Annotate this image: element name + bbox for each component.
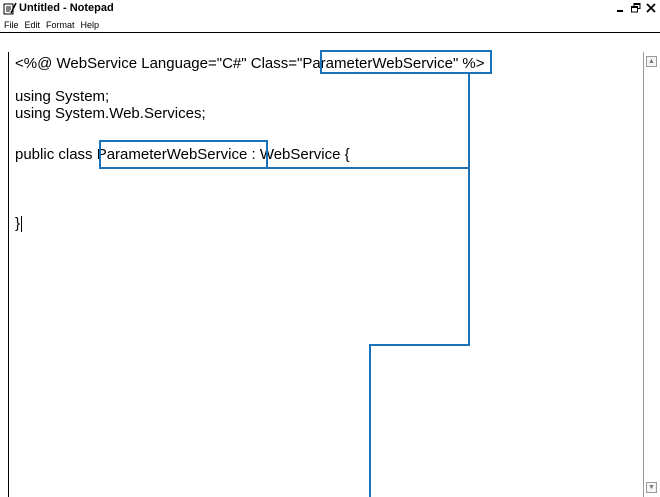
menu-edit[interactable]: Edit [22, 18, 44, 32]
callout-line-horizontal-step [369, 344, 470, 346]
window-title: Untitled - Notepad [19, 2, 114, 14]
close-icon [646, 2, 656, 13]
minimize-icon [617, 9, 623, 12]
menu-file[interactable]: File [0, 18, 22, 32]
menu-format[interactable]: Format [43, 18, 78, 32]
arrow-down-icon: ▼ [648, 484, 655, 491]
notepad-icon [3, 2, 17, 15]
menu-bar: File Edit Format Help [0, 17, 660, 33]
restore-button[interactable] [629, 1, 643, 14]
class-name-highlight [320, 50, 492, 74]
scroll-down-button[interactable]: ▼ [646, 482, 657, 493]
text-cursor [21, 216, 22, 232]
vertical-scrollbar[interactable]: ▲ ▼ [643, 52, 660, 497]
menu-help[interactable]: Help [78, 18, 103, 32]
callout-line-vertical-bottom [369, 344, 371, 497]
callout-line-horizontal-class [268, 167, 470, 169]
scroll-up-button[interactable]: ▲ [646, 56, 657, 67]
callout-line-vertical-top [468, 74, 470, 346]
code-line-using-services: using System.Web.Services; [15, 105, 206, 122]
minimize-button[interactable] [614, 1, 628, 14]
window-controls [614, 1, 658, 14]
code-line-using-system: using System; [15, 88, 110, 105]
restore-icon [631, 2, 641, 12]
arrow-up-icon: ▲ [648, 58, 655, 65]
class-declaration-highlight [99, 140, 268, 169]
title-bar[interactable]: Untitled - Notepad [0, 0, 660, 17]
code-line-closing-brace: } [15, 215, 21, 232]
notepad-window: Untitled - Notepad File Edit Format Help… [0, 0, 660, 497]
close-button[interactable] [644, 1, 658, 14]
